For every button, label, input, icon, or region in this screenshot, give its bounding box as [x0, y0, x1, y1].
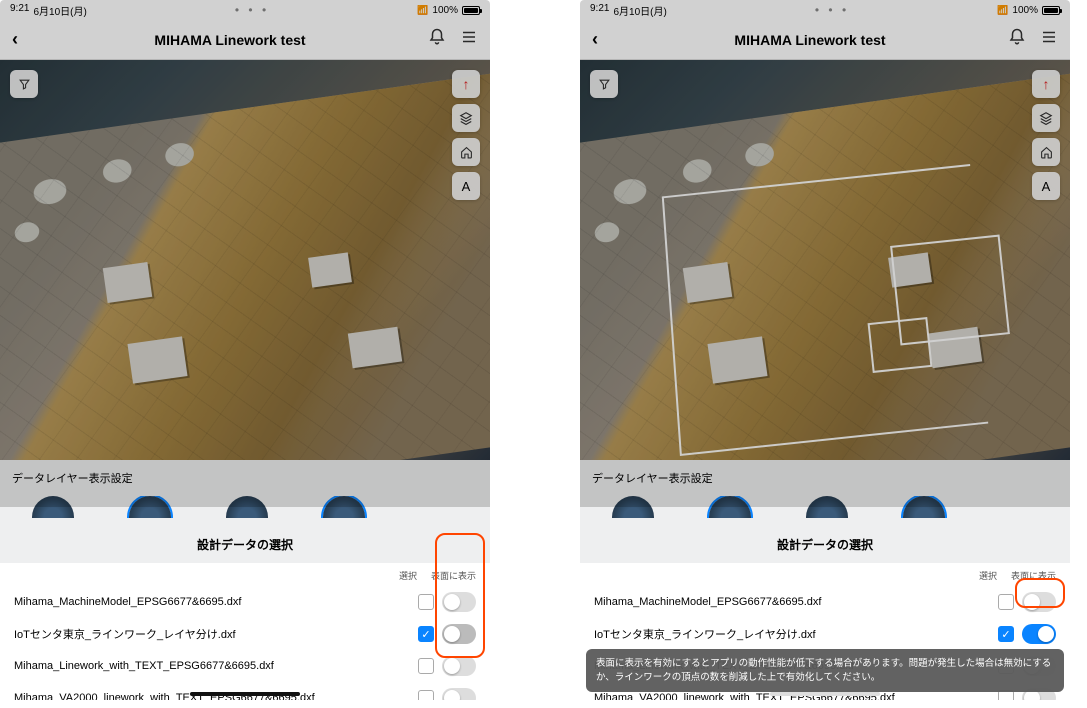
- column-headers: 選択 表面に表示: [580, 563, 1070, 586]
- table-row: Mihama_VA2000_linework_with_TEXT_EPSG667…: [0, 682, 490, 700]
- page-title: MIHAMA Linework test: [734, 32, 885, 48]
- wifi-icon: [997, 5, 1008, 16]
- status-time: 9:21: [10, 3, 29, 18]
- menu-button[interactable]: [460, 28, 478, 51]
- battery-icon: [462, 6, 480, 15]
- col-select: 選択: [399, 569, 417, 582]
- battery-percent: 100%: [432, 5, 458, 16]
- linework-overlay: [868, 317, 933, 373]
- home-button[interactable]: [1032, 138, 1060, 166]
- section-header: 設計データの選択: [0, 526, 490, 563]
- layers-button[interactable]: [1032, 104, 1060, 132]
- column-headers: 選択 表面に表示: [0, 563, 490, 586]
- compass-button[interactable]: ↑: [452, 70, 480, 98]
- toggle[interactable]: [442, 624, 476, 644]
- layer-thumb[interactable]: [32, 496, 74, 518]
- home-button[interactable]: [452, 138, 480, 166]
- row-label: IoTセンタ東京_ラインワーク_レイヤ分け.dxf: [14, 626, 410, 642]
- layer-thumb[interactable]: [903, 496, 945, 518]
- status-time: 9:21: [590, 3, 609, 18]
- layer-thumb[interactable]: [806, 496, 848, 518]
- status-date: 6月10日(月): [33, 3, 86, 18]
- table-row: IoTセンタ東京_ラインワーク_レイヤ分け.dxf ✓: [0, 618, 490, 650]
- text-button[interactable]: A: [452, 172, 480, 200]
- notifications-button[interactable]: [428, 28, 446, 51]
- status-bar: 9:21 6月10日(月) • • • 100%: [580, 0, 1070, 20]
- col-display: 表面に表示: [431, 569, 476, 582]
- toggle[interactable]: [442, 656, 476, 676]
- row-label: IoTセンタ東京_ラインワーク_レイヤ分け.dxf: [594, 626, 990, 642]
- building-shape: [127, 336, 187, 383]
- menu-button[interactable]: [1040, 28, 1058, 51]
- col-display: 表面に表示: [1011, 569, 1056, 582]
- checkbox[interactable]: ✓: [998, 626, 1014, 642]
- table-row: IoTセンタ東京_ラインワーク_レイヤ分け.dxf ✓: [580, 618, 1070, 650]
- battery-icon: [1042, 6, 1060, 15]
- home-indicator[interactable]: [190, 692, 300, 696]
- title-bar: ‹ MIHAMA Linework test: [580, 20, 1070, 60]
- layer-thumb[interactable]: [129, 496, 171, 518]
- toggle[interactable]: [1022, 592, 1056, 612]
- layer-thumb[interactable]: [612, 496, 654, 518]
- layer-panel: データレイヤー表示設定: [0, 460, 490, 526]
- layer-thumb[interactable]: [226, 496, 268, 518]
- title-bar: ‹ MIHAMA Linework test: [0, 20, 490, 60]
- notifications-button[interactable]: [1008, 28, 1026, 51]
- row-label: Mihama_MachineModel_EPSG6677&6695.dxf: [594, 596, 990, 608]
- data-table: 選択 表面に表示 Mihama_MachineModel_EPSG6677&66…: [0, 563, 490, 700]
- page-title: MIHAMA Linework test: [154, 32, 305, 48]
- status-bar: 9:21 6月10日(月) • • • 100%: [0, 0, 490, 20]
- home-indicator[interactable]: [770, 692, 880, 696]
- terrain-image: [0, 74, 490, 460]
- checkbox[interactable]: [418, 658, 434, 674]
- screen-left: 9:21 6月10日(月) • • • 100% ‹ MIHAMA Linewo…: [0, 0, 490, 700]
- building-shape: [103, 262, 152, 303]
- table-row: Mihama_Linework_with_TEXT_EPSG6677&6695.…: [0, 650, 490, 682]
- layer-panel: データレイヤー表示設定: [580, 460, 1070, 526]
- filter-button[interactable]: [10, 70, 38, 98]
- layer-panel-title: データレイヤー表示設定: [592, 470, 1058, 486]
- building-shape: [348, 327, 402, 369]
- toggle[interactable]: [1022, 624, 1056, 644]
- status-date: 6月10日(月): [613, 3, 666, 18]
- layer-thumb[interactable]: [709, 496, 751, 518]
- row-label: Mihama_MachineModel_EPSG6677&6695.dxf: [14, 596, 410, 608]
- table-row: Mihama_MachineModel_EPSG6677&6695.dxf: [580, 586, 1070, 618]
- screen-right: 9:21 6月10日(月) • • • 100% ‹ MIHAMA Linewo…: [580, 0, 1070, 700]
- layer-panel-title: データレイヤー表示設定: [12, 470, 478, 486]
- map-view[interactable]: ↑ A: [0, 60, 490, 460]
- toggle[interactable]: [442, 592, 476, 612]
- toggle[interactable]: [442, 688, 476, 700]
- row-label: Mihama_Linework_with_TEXT_EPSG6677&6695.…: [14, 660, 410, 672]
- battery-percent: 100%: [1012, 5, 1038, 16]
- building-shape: [308, 252, 352, 287]
- checkbox[interactable]: [998, 594, 1014, 610]
- compass-button[interactable]: ↑: [1032, 70, 1060, 98]
- section-header: 設計データの選択: [580, 526, 1070, 563]
- checkbox[interactable]: [418, 690, 434, 700]
- back-button[interactable]: ‹: [592, 29, 612, 50]
- multitask-dots-icon: • • •: [235, 6, 269, 14]
- back-button[interactable]: ‹: [12, 29, 32, 50]
- map-view[interactable]: ↑ A: [580, 60, 1070, 460]
- checkbox[interactable]: [418, 594, 434, 610]
- table-row: Mihama_MachineModel_EPSG6677&6695.dxf: [0, 586, 490, 618]
- text-button[interactable]: A: [1032, 172, 1060, 200]
- col-select: 選択: [979, 569, 997, 582]
- multitask-dots-icon: • • •: [815, 6, 849, 14]
- toast-message: 表面に表示を有効にするとアプリの動作性能が低下する場合があります。問題が発生した…: [586, 649, 1064, 692]
- filter-button[interactable]: [590, 70, 618, 98]
- checkbox[interactable]: ✓: [418, 626, 434, 642]
- layers-button[interactable]: [452, 104, 480, 132]
- layer-thumb[interactable]: [323, 496, 365, 518]
- wifi-icon: [417, 5, 428, 16]
